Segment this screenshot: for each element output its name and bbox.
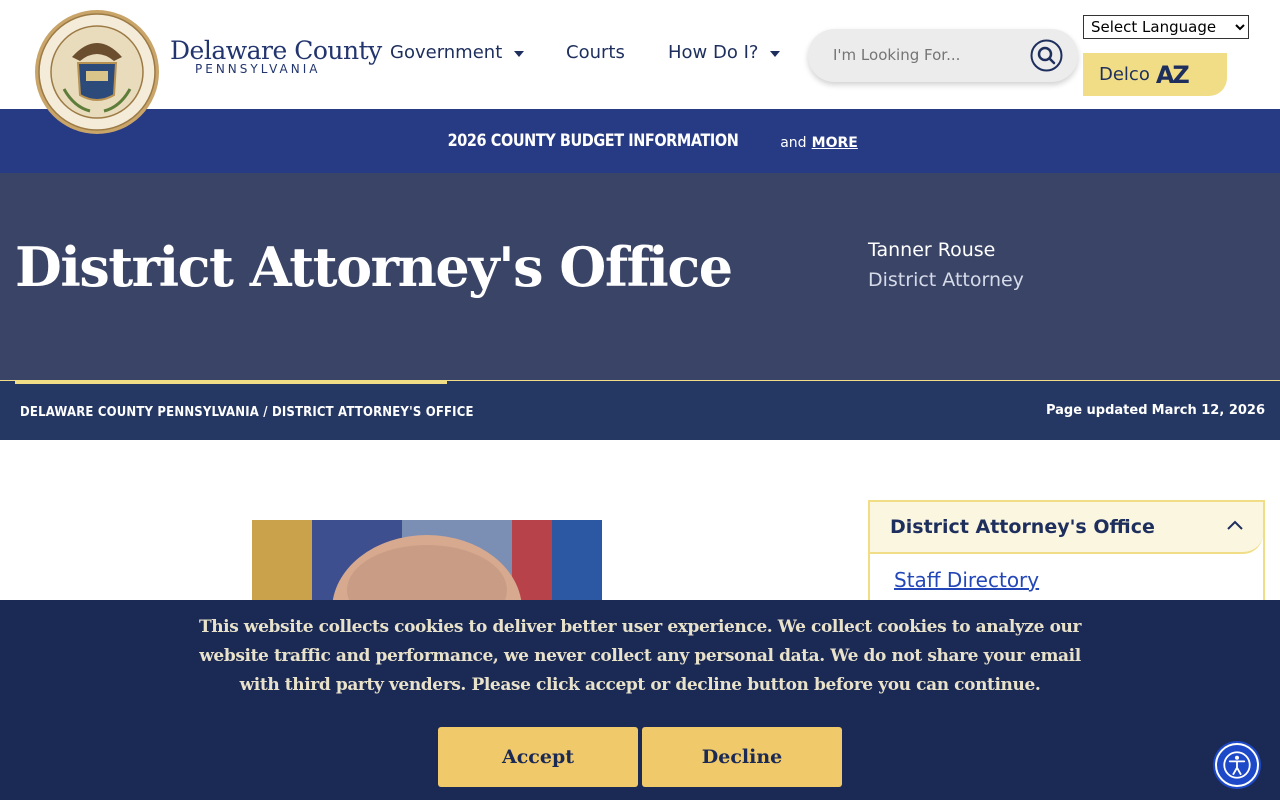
alert-more-link[interactable]: MORE: [812, 135, 858, 151]
updated-prefix: Page updated: [1045, 403, 1148, 418]
atoz-logo: AZ TO: [1156, 61, 1190, 89]
nav-government-label: Government: [390, 42, 503, 63]
nav-how-do-i[interactable]: How Do I?: [668, 42, 781, 63]
delco-atoz-button[interactable]: Delco AZ TO: [1083, 53, 1227, 96]
caret-down-icon: [514, 50, 525, 57]
sidebar-title: District Attorney's Office: [890, 516, 1155, 538]
alert-budget-link[interactable]: 2026 COUNTY BUDGET INFORMATION: [448, 131, 739, 151]
sidebar-item-staff-directory[interactable]: Staff Directory: [894, 568, 1263, 592]
page-title: District Attorney's Office: [15, 235, 733, 299]
nav-courts[interactable]: Courts: [566, 42, 625, 63]
chevron-up-icon[interactable]: [1225, 516, 1245, 536]
accept-button[interactable]: Accept: [438, 727, 638, 787]
cookie-message: This website collects cookies to deliver…: [198, 617, 1082, 695]
atoz-label: Delco: [1099, 64, 1150, 85]
official-name: Tanner Rouse: [868, 239, 996, 261]
search-box: [808, 29, 1078, 82]
breadcrumb[interactable]: DELAWARE COUNTY PENNSYLVANIA / DISTRICT …: [20, 405, 474, 420]
breadcrumb-accent: [15, 380, 447, 384]
caret-down-icon: [770, 50, 781, 57]
updated-date: March 12, 2026: [1151, 403, 1265, 418]
language-select[interactable]: Select Language: [1083, 15, 1249, 39]
official-role: District Attorney: [868, 269, 1024, 291]
decline-button[interactable]: Decline: [642, 727, 842, 787]
sidebar-nav: District Attorney's Office Staff Directo…: [868, 500, 1265, 610]
sidebar-header[interactable]: District Attorney's Office: [870, 502, 1263, 554]
district-attorney-photo: [252, 520, 602, 610]
hero-official: Tanner Rouse District Attorney: [868, 235, 1024, 295]
search-input[interactable]: [833, 46, 1023, 64]
alert-bar: 2026 COUNTY BUDGET INFORMATION and MORE: [0, 109, 1280, 173]
nav-government[interactable]: Government: [390, 42, 525, 63]
atoz-logo-small: TO: [1169, 69, 1180, 77]
brand-wordmark[interactable]: Delaware County PENNSYLVANIA: [170, 36, 382, 76]
breadcrumb-bar: DELAWARE COUNTY PENNSYLVANIA / DISTRICT …: [0, 380, 1280, 440]
nav-courts-label: Courts: [566, 42, 625, 63]
accessibility-icon[interactable]: [1215, 743, 1259, 787]
site-header: Delaware County PENNSYLVANIA Government …: [0, 0, 1280, 134]
nav-how-do-i-label: How Do I?: [668, 42, 759, 63]
county-seal-icon[interactable]: [34, 9, 160, 135]
hero-banner: District Attorney's Office Tanner Rouse …: [0, 173, 1280, 381]
search-icon[interactable]: [1030, 39, 1063, 72]
cookie-banner: This website collects cookies to deliver…: [0, 600, 1280, 800]
page-updated: Page updated March 12, 2026: [1046, 403, 1265, 418]
alert-and-text: and: [780, 134, 807, 151]
